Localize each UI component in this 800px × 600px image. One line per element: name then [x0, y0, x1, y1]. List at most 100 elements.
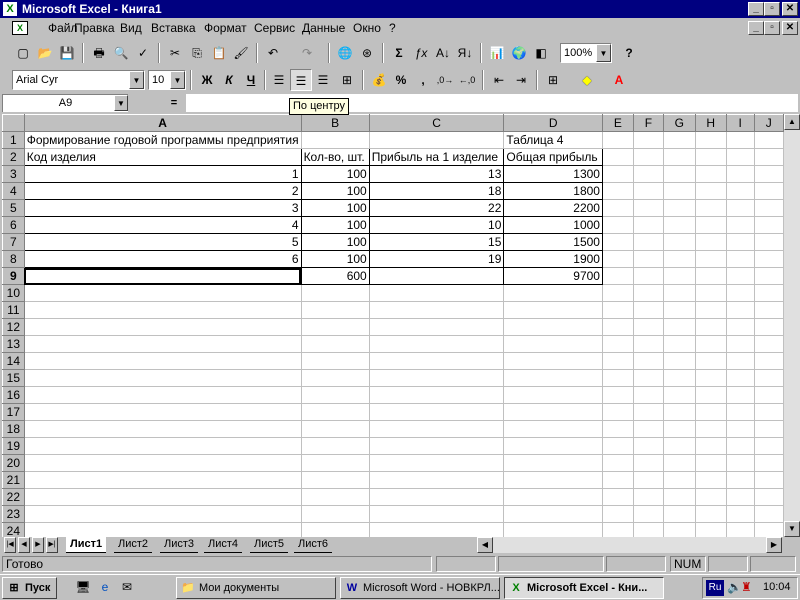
cell[interactable] — [503, 369, 603, 387]
cell[interactable]: 100 — [300, 199, 370, 217]
cell[interactable] — [663, 301, 696, 319]
cell[interactable] — [602, 250, 634, 268]
cell[interactable] — [754, 386, 784, 404]
sort-descending-icon[interactable]: Я↓ — [454, 42, 476, 64]
cell[interactable] — [633, 369, 665, 387]
column-header[interactable]: E — [601, 114, 634, 132]
cell[interactable] — [754, 403, 784, 421]
cell[interactable] — [663, 437, 696, 455]
cell[interactable]: 15 — [368, 233, 505, 251]
start-button[interactable]: ⊞ Пуск — [2, 577, 57, 599]
cell[interactable] — [695, 284, 727, 302]
cell[interactable] — [24, 488, 302, 506]
scroll-down-icon[interactable]: ▼ — [784, 521, 800, 537]
cell[interactable] — [754, 352, 784, 370]
cell[interactable] — [754, 284, 784, 302]
menu-help[interactable]: ? — [389, 21, 396, 35]
cell[interactable] — [503, 403, 603, 421]
cell[interactable] — [602, 284, 634, 302]
taskbar-word[interactable]: W Microsoft Word - НОВКРЛ... — [340, 577, 500, 599]
sheet-tab[interactable]: Лист1 — [66, 537, 107, 553]
row-header[interactable]: 17 — [2, 403, 25, 421]
cell[interactable] — [633, 471, 665, 489]
cell[interactable] — [602, 131, 634, 149]
cell[interactable] — [663, 250, 696, 268]
redo-icon[interactable]: ↷ — [296, 42, 318, 64]
cell[interactable] — [369, 352, 505, 370]
row-header[interactable]: 7 — [2, 233, 25, 251]
cell[interactable]: 19 — [368, 250, 505, 268]
next-sheet-icon[interactable]: ▶ — [32, 537, 44, 553]
column-header[interactable]: A — [23, 114, 302, 132]
cell[interactable] — [602, 352, 634, 370]
cell[interactable] — [754, 318, 784, 336]
row-header[interactable]: 10 — [2, 284, 25, 302]
cell[interactable] — [602, 182, 634, 200]
cell[interactable] — [726, 352, 755, 370]
cell[interactable] — [633, 284, 665, 302]
cell[interactable] — [301, 522, 370, 537]
cell[interactable] — [663, 165, 696, 183]
chevron-down-icon[interactable]: ▼ — [114, 95, 128, 111]
cell[interactable] — [695, 335, 727, 353]
cell[interactable] — [695, 352, 727, 370]
cell[interactable] — [633, 250, 665, 268]
cell[interactable] — [24, 318, 302, 336]
cell[interactable] — [663, 148, 696, 166]
scroll-up-icon[interactable]: ▲ — [784, 114, 800, 130]
merge-center-icon[interactable]: ⊞ — [336, 69, 358, 91]
align-left-icon[interactable]: ☰ — [268, 69, 290, 91]
cell[interactable] — [24, 335, 302, 353]
cell[interactable] — [633, 420, 665, 438]
cell[interactable] — [503, 522, 603, 537]
cell[interactable] — [695, 454, 727, 472]
cell[interactable]: 22 — [368, 199, 505, 217]
row-header[interactable]: 18 — [2, 420, 25, 438]
print-icon[interactable]: 🖶 — [88, 42, 110, 64]
cell[interactable] — [503, 454, 603, 472]
menu-edit[interactable]: Правка — [74, 21, 115, 35]
cell[interactable] — [663, 182, 696, 200]
row-header[interactable]: 1 — [2, 131, 25, 149]
clock[interactable]: 10:04 — [763, 581, 791, 593]
cell[interactable] — [602, 403, 634, 421]
print-preview-icon[interactable]: 🔍 — [110, 42, 132, 64]
column-header[interactable]: C — [368, 114, 505, 132]
cell[interactable] — [301, 131, 370, 149]
cell[interactable] — [663, 216, 696, 234]
cell[interactable] — [663, 318, 696, 336]
chart-wizard-icon[interactable]: 📊 — [486, 42, 508, 64]
cell[interactable] — [503, 284, 603, 302]
row-header[interactable]: 2 — [2, 148, 25, 166]
cell[interactable] — [24, 386, 302, 404]
cell[interactable] — [754, 471, 784, 489]
cell[interactable] — [754, 454, 784, 472]
cell[interactable] — [24, 505, 302, 523]
cell[interactable] — [726, 318, 755, 336]
cell[interactable]: 9700 — [503, 267, 603, 285]
cell[interactable] — [602, 522, 634, 537]
cell[interactable] — [301, 488, 370, 506]
cell[interactable] — [633, 522, 665, 537]
cell[interactable] — [602, 437, 634, 455]
cell[interactable] — [368, 267, 505, 285]
bold-button[interactable]: Ж — [196, 69, 218, 91]
language-indicator[interactable]: Ru — [706, 580, 724, 596]
cell[interactable] — [369, 131, 505, 149]
cell[interactable]: Общая прибыль — [503, 148, 603, 166]
cell[interactable] — [369, 454, 505, 472]
cell[interactable]: 1900 — [503, 250, 603, 268]
cell[interactable] — [695, 216, 727, 234]
cell[interactable] — [663, 335, 696, 353]
cell[interactable] — [726, 199, 755, 217]
undo-icon[interactable]: ↶ — [262, 42, 284, 64]
cell[interactable] — [663, 386, 696, 404]
cell[interactable] — [726, 505, 755, 523]
cell[interactable] — [633, 267, 665, 285]
cell[interactable] — [754, 148, 784, 166]
cell[interactable] — [24, 471, 302, 489]
cell[interactable] — [754, 131, 784, 149]
cell[interactable]: 1000 — [503, 216, 603, 234]
hyperlink-icon[interactable]: 🌐 — [334, 42, 356, 64]
cell[interactable] — [369, 369, 505, 387]
